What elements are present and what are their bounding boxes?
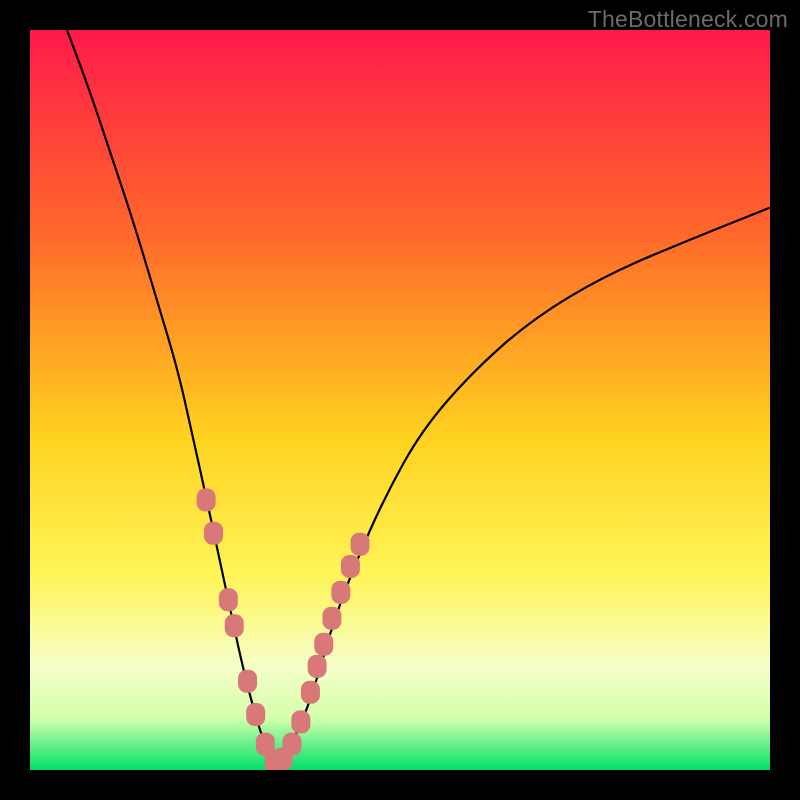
markers-left (197, 489, 283, 770)
plot-area (30, 30, 770, 770)
marker-point (351, 533, 369, 555)
watermark-text: TheBottleneck.com (588, 6, 788, 33)
marker-point (239, 670, 257, 692)
marker-point (323, 607, 341, 629)
marker-point (341, 556, 359, 578)
bottleneck-curve-left (67, 30, 274, 763)
marker-point (219, 589, 237, 611)
marker-point (315, 633, 333, 655)
marker-point (247, 704, 265, 726)
marker-point (301, 681, 319, 703)
marker-point (292, 711, 310, 733)
marker-point (225, 615, 243, 637)
bottleneck-curve-right (274, 208, 770, 763)
marker-point (283, 733, 301, 755)
marker-point (308, 655, 326, 677)
curve-svg (30, 30, 770, 770)
marker-point (197, 489, 215, 511)
outer-frame: TheBottleneck.com (0, 0, 800, 800)
marker-point (205, 522, 223, 544)
marker-point (332, 581, 350, 603)
markers-right (274, 533, 369, 770)
